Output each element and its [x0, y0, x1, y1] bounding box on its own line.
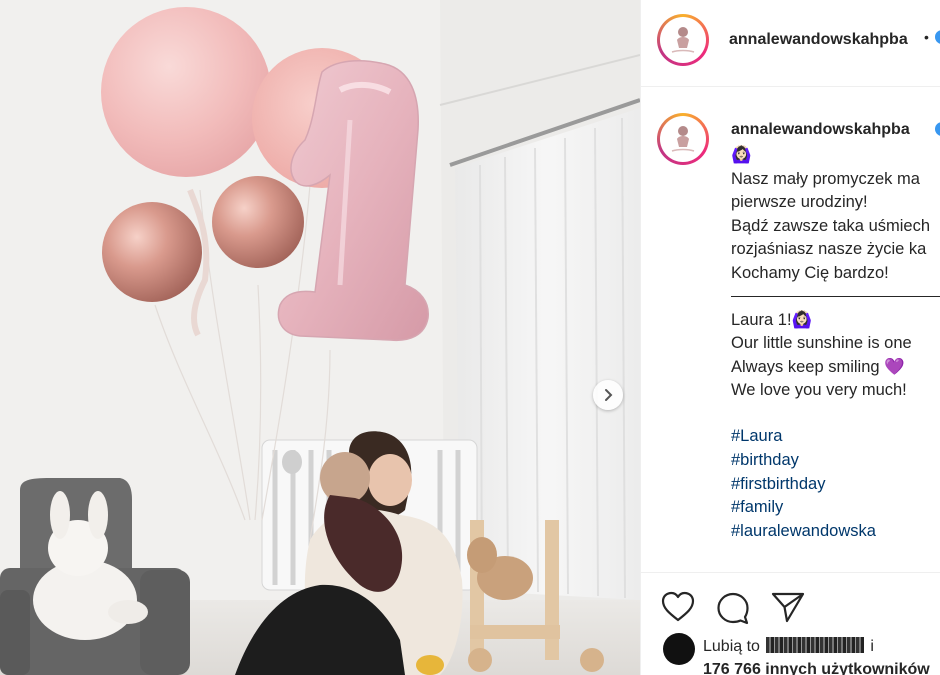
logo-icon: [664, 21, 702, 59]
caption-divider: [731, 295, 940, 297]
caption-line: Kochamy Cię bardzo!: [731, 263, 889, 282]
post-actions: Lubią to i 176 766 innych użytkowników: [641, 572, 940, 675]
caption-line: pierwsze urodziny!: [731, 193, 868, 212]
author-username[interactable]: annalewandowskahpba: [729, 31, 908, 49]
hashtag-link[interactable]: #birthday: [731, 449, 940, 473]
verified-badge-icon: [935, 122, 940, 136]
caption-line: Nasz mały promyczek ma: [731, 169, 920, 188]
caption-line: Laura 1!🙆🏻‍♀️: [731, 310, 813, 329]
verified-badge-icon: [935, 30, 940, 44]
post-caption: 🙆🏻‍♀️ Nasz mały promyczek ma pierwsze ur…: [731, 144, 940, 544]
hashtag-link[interactable]: #lauralewandowska: [731, 520, 940, 544]
likes-count[interactable]: 176 766 innych użytkowników: [703, 661, 930, 675]
photo-illustration: [0, 0, 640, 675]
hashtag-link[interactable]: #firstbirthday: [731, 473, 940, 497]
caption-line: Bądź zawsze taka uśmiech: [731, 216, 931, 235]
likes-summary: Lubią to i: [703, 637, 874, 656]
caption-line: Always keep smiling 💜: [731, 357, 905, 376]
caption-author-avatar[interactable]: [657, 113, 709, 165]
liker-avatar[interactable]: [663, 633, 695, 665]
likes-prefix: Lubią to: [703, 638, 760, 655]
hashtag-link[interactable]: #Laura: [731, 425, 940, 449]
caption-author-username[interactable]: annalewandowskahpba: [731, 121, 910, 139]
caption-avatar-logo: [660, 116, 706, 162]
post-photo[interactable]: [0, 0, 640, 675]
caption-line: rozjaśniasz nasze życie ka: [731, 240, 927, 259]
comment-bubble-icon[interactable]: [716, 591, 750, 625]
censored-username: [766, 637, 865, 653]
paper-plane-icon[interactable]: [771, 591, 805, 623]
likes-suffix: i: [870, 638, 874, 655]
caption-emoji: 🙆🏻‍♀️: [731, 146, 752, 164]
logo-icon: [664, 120, 702, 158]
caption-line: We love you very much!: [731, 381, 907, 400]
header-separator: •: [924, 29, 929, 45]
chevron-right-icon: [605, 389, 613, 401]
post-side-panel: annalewandowskahpba • annalewandowskahpb…: [640, 0, 940, 675]
carousel-next-button[interactable]: [593, 380, 623, 410]
author-avatar[interactable]: [657, 14, 709, 66]
heart-outline-icon[interactable]: [661, 591, 695, 623]
avatar-logo: [660, 17, 706, 63]
caption-line: Our little sunshine is one: [731, 334, 912, 353]
post-header: annalewandowskahpba •: [641, 0, 940, 87]
hashtag-link[interactable]: #family: [731, 496, 940, 520]
